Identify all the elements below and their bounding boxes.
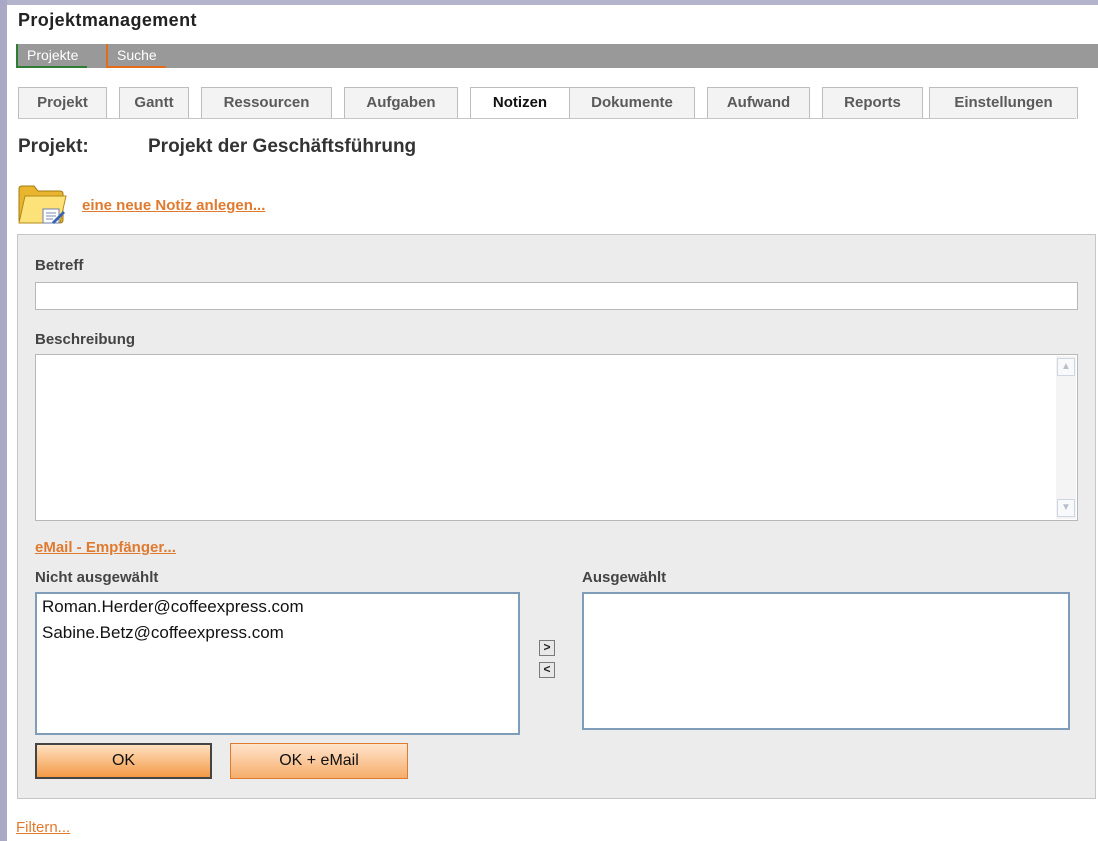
project-label: Projekt:: [18, 136, 89, 157]
tab-gantt[interactable]: Gantt: [119, 87, 189, 119]
selected-label: Ausgewählt: [582, 569, 667, 586]
new-note-link[interactable]: eine neue Notiz anlegen...: [82, 197, 265, 214]
beschreibung-textarea[interactable]: ▲ ▼: [35, 354, 1078, 521]
app-title: Projektmanagement: [18, 10, 197, 30]
window-top-border: [0, 0, 1098, 5]
not-selected-label: Nicht ausgewählt: [35, 569, 159, 586]
move-left-button[interactable]: <: [539, 662, 555, 678]
move-right-button[interactable]: >: [539, 640, 555, 656]
textarea-scrollbar[interactable]: ▲ ▼: [1056, 356, 1076, 519]
filter-link[interactable]: Filtern...: [16, 819, 70, 836]
project-name: Projekt der Geschäftsführung: [148, 136, 417, 157]
email-recipients-link[interactable]: eMail - Empfänger...: [35, 539, 176, 556]
list-item[interactable]: Roman.Herder@coffeexpress.com: [37, 594, 518, 620]
betreff-input[interactable]: [35, 282, 1078, 310]
main-nav-bar: Projekte Suche: [16, 44, 1098, 68]
folder-note-icon[interactable]: [16, 178, 70, 226]
tab-aufwand[interactable]: Aufwand: [707, 87, 810, 119]
tab-projekt[interactable]: Projekt: [18, 87, 107, 119]
tab-aufgaben[interactable]: Aufgaben: [344, 87, 458, 119]
nav-item-suche[interactable]: Suche: [106, 44, 166, 68]
tab-einstellungen[interactable]: Einstellungen: [929, 87, 1078, 119]
nav-item-projekte[interactable]: Projekte: [16, 44, 88, 68]
selected-listbox[interactable]: [582, 592, 1070, 730]
ok-button[interactable]: OK: [35, 743, 212, 779]
window-left-border: [0, 0, 7, 841]
scroll-up-icon[interactable]: ▲: [1057, 358, 1075, 376]
betreff-label: Betreff: [35, 257, 84, 274]
not-selected-listbox[interactable]: Roman.Herder@coffeexpress.com Sabine.Bet…: [35, 592, 520, 735]
tab-ressourcen[interactable]: Ressourcen: [201, 87, 332, 119]
tab-dokumente[interactable]: Dokumente: [569, 87, 695, 119]
scroll-down-icon[interactable]: ▼: [1057, 499, 1075, 517]
list-item[interactable]: Sabine.Betz@coffeexpress.com: [37, 620, 518, 646]
tab-reports[interactable]: Reports: [822, 87, 923, 119]
tab-notizen[interactable]: Notizen: [470, 87, 570, 119]
ok-email-button[interactable]: OK + eMail: [230, 743, 408, 779]
beschreibung-label: Beschreibung: [35, 331, 136, 348]
tabs-divider: [18, 118, 1076, 119]
